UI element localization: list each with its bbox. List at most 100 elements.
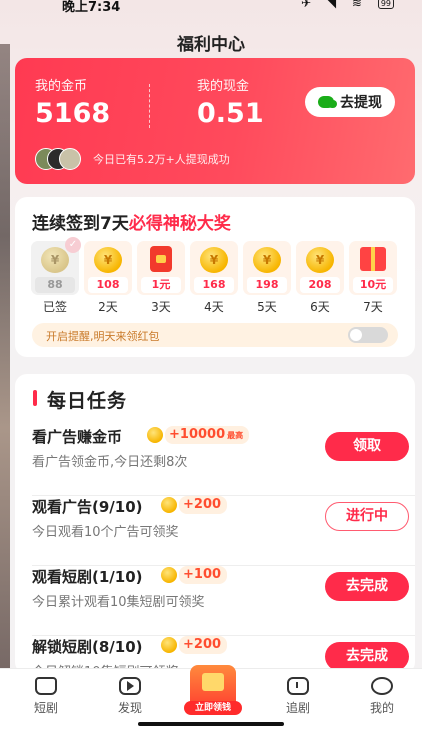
tasks-title: 每日任务 — [47, 390, 128, 412]
nav-label: 我的 — [369, 701, 394, 715]
task-description: 今日累计观看10集短剧可领奖 — [32, 595, 205, 610]
task-reward: +200 — [161, 496, 228, 514]
withdraw-social-proof: 今日已有5.2万+人提现成功 — [93, 153, 230, 166]
claim-money-label[interactable]: 立即领钱 — [184, 701, 242, 715]
task-item: 观看短剧(1/10) +100 今日累计观看10集短剧可领奖 去完成 — [15, 566, 415, 636]
background-content-strip — [0, 44, 10, 684]
claim-button[interactable]: 领取 — [325, 432, 409, 461]
task-reward: +10000 最高 — [147, 426, 250, 444]
in-progress-button[interactable]: 进行中 — [325, 502, 409, 531]
day-label: 3天 — [151, 300, 171, 314]
nav-label: 发现 — [117, 701, 142, 715]
reward-amount: +200 — [179, 496, 228, 514]
signal-icons: ✈ ◥ ≋ — [301, 0, 368, 10]
day-box: ¥ 208 — [296, 241, 344, 295]
checkin-day-2[interactable]: ¥ 108 2天 — [84, 241, 132, 314]
reward-max-tag: 最高 — [227, 431, 244, 440]
reward-amount: +10000 — [169, 427, 226, 442]
nav-label: 追剧 — [285, 701, 310, 715]
checkin-day-7[interactable]: 10元 7天 — [349, 241, 397, 314]
checkin-title-highlight: 必得神秘大奖 — [128, 214, 231, 234]
task-description: 看广告领金币,今日还剩8次 — [32, 455, 188, 470]
task-reward: +100 — [161, 566, 228, 584]
coin-icon — [161, 567, 177, 583]
day-box: ¥ 168 — [190, 241, 238, 295]
day-label: 2天 — [98, 300, 118, 314]
day-amount: 208 — [300, 277, 340, 293]
wallet-card: 我的金币 5168 我的现金 0.51 去提现 今日已有5.2万+人提现成功 — [15, 58, 415, 184]
day-amount: 1元 — [141, 277, 181, 293]
go-complete-button[interactable]: 去完成 — [325, 642, 409, 671]
checkin-days: ¥ ✓ 88 已签 ¥ 108 2天 1元 3天 ¥ 168 4天 ¥ 198 … — [31, 237, 401, 317]
coin-icon — [161, 497, 177, 513]
task-name: 观看广告(9/10) — [32, 498, 143, 516]
page-title: 福利中心 — [177, 35, 245, 55]
reminder-toggle[interactable] — [348, 327, 388, 343]
day-box: 10元 — [349, 241, 397, 295]
reminder-bar: 开启提醒,明天来领红包 — [32, 323, 398, 347]
home-icon — [35, 677, 57, 695]
status-time: 晚上7:34 — [62, 0, 121, 15]
avatar — [59, 148, 81, 170]
day-box: 1元 — [137, 241, 185, 295]
day-label: 5天 — [257, 300, 277, 314]
task-item: 观看广告(9/10) +200 今日观看10个广告可领奖 进行中 — [15, 496, 415, 566]
coin-icon — [161, 637, 177, 653]
day-amount: 10元 — [353, 277, 393, 293]
day-label: 7天 — [363, 300, 383, 314]
day-label: 已签 — [42, 300, 67, 314]
day-box: ¥ 108 — [84, 241, 132, 295]
check-icon: ✓ — [65, 237, 81, 253]
nav-item-shortdrama[interactable]: 短剧 — [16, 675, 76, 716]
status-icons: ✈ ◥ ≋ 99 — [301, 0, 394, 10]
nav-item-discover[interactable]: 发现 — [100, 675, 160, 716]
checkin-day-1[interactable]: ¥ ✓ 88 已签 — [31, 237, 81, 314]
red-packet-icon — [150, 246, 172, 272]
nav-label: 短剧 — [33, 701, 58, 715]
checkin-title-prefix: 连续签到7天 — [32, 214, 129, 234]
checkin-day-3[interactable]: 1元 3天 — [137, 241, 185, 314]
task-item: 看广告赚金币 +10000 最高 看广告领金币,今日还剩8次 领取 — [15, 426, 415, 496]
day-amount: 108 — [88, 277, 128, 293]
wechat-icon — [318, 96, 337, 108]
home-indicator — [138, 722, 284, 726]
withdraw-label: 去提现 — [340, 95, 382, 111]
reward-amount: +200 — [179, 636, 228, 654]
coins-label: 我的金币 — [35, 79, 88, 94]
day-label: 6天 — [310, 300, 330, 314]
checkin-day-5[interactable]: ¥ 198 5天 — [243, 241, 291, 314]
day-amount: 198 — [247, 277, 287, 293]
daily-tasks-card: 每日任务 看广告赚金币 +10000 最高 看广告领金币,今日还剩8次 领取 观看… — [15, 374, 415, 674]
day-box: ¥ 198 — [243, 241, 291, 295]
day-label: 4天 — [204, 300, 224, 314]
cash-label: 我的现金 — [197, 79, 250, 94]
profile-icon — [371, 677, 393, 695]
go-complete-button[interactable]: 去完成 — [325, 572, 409, 601]
day-amount: 88 — [35, 277, 75, 293]
coins-value: 5168 — [35, 98, 111, 129]
day-box: ¥ ✓ 88 — [31, 237, 81, 295]
checkin-card: 连续签到7天必得神秘大奖 ¥ ✓ 88 已签 ¥ 108 2天 1元 3天 ¥ … — [15, 197, 415, 357]
task-name: 观看短剧(1/10) — [32, 568, 143, 586]
task-reward: +200 — [161, 636, 228, 654]
checkin-day-6[interactable]: ¥ 208 6天 — [296, 241, 344, 314]
status-bar: 晚上7:34 ✈ ◥ ≋ 99 — [0, 0, 422, 18]
nav-item-following[interactable]: 追剧 — [268, 675, 328, 716]
coin-icon — [147, 427, 163, 443]
withdraw-button[interactable]: 去提现 — [305, 87, 395, 117]
task-name: 看广告赚金币 — [32, 428, 123, 446]
task-description: 今日观看10个广告可领奖 — [32, 525, 179, 540]
checkin-day-4[interactable]: ¥ 168 4天 — [190, 241, 238, 314]
coin-icon: ¥ — [253, 247, 281, 273]
nav-item-profile[interactable]: 我的 — [352, 675, 412, 716]
coin-icon: ¥ — [41, 247, 69, 273]
play-icon — [119, 677, 141, 695]
task-name: 解锁短剧(8/10) — [32, 638, 143, 656]
reward-amount: +100 — [179, 566, 228, 584]
wallet-divider — [149, 84, 150, 128]
reminder-text: 开启提醒,明天来领红包 — [46, 330, 160, 343]
clock-icon — [287, 677, 309, 695]
battery-icon: 99 — [377, 0, 394, 9]
user-avatars — [35, 148, 87, 170]
coin-icon: ¥ — [94, 247, 122, 273]
